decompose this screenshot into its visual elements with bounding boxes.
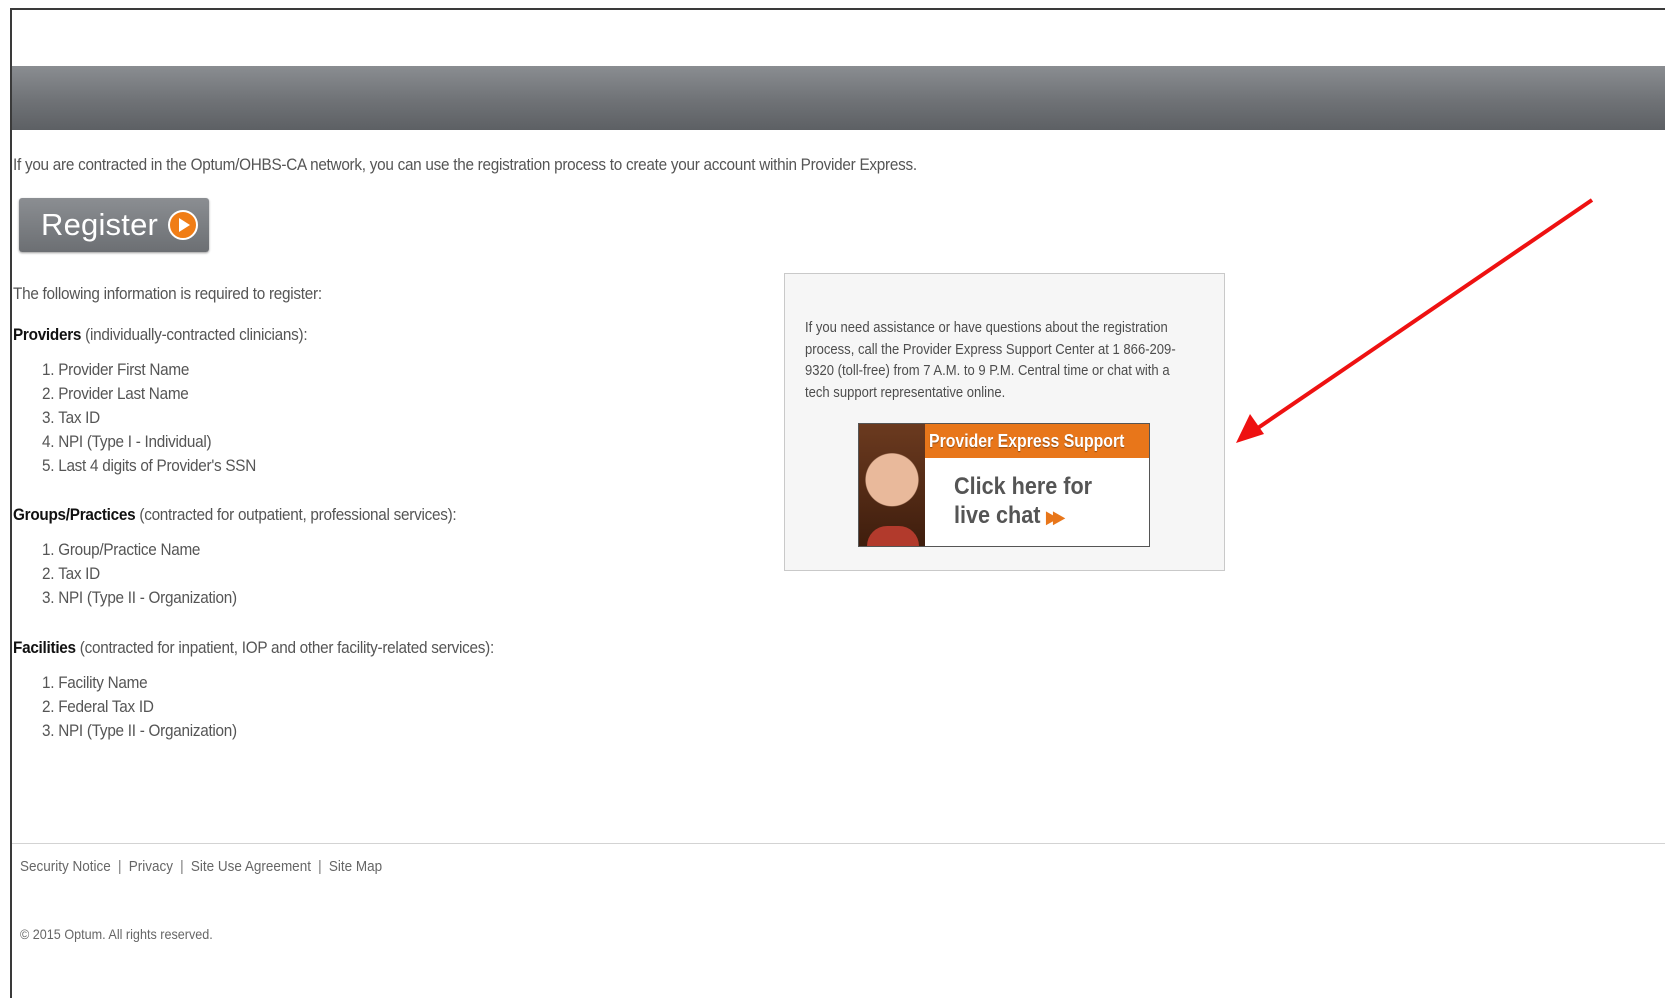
- annotation-arrow-icon: [1236, 198, 1594, 443]
